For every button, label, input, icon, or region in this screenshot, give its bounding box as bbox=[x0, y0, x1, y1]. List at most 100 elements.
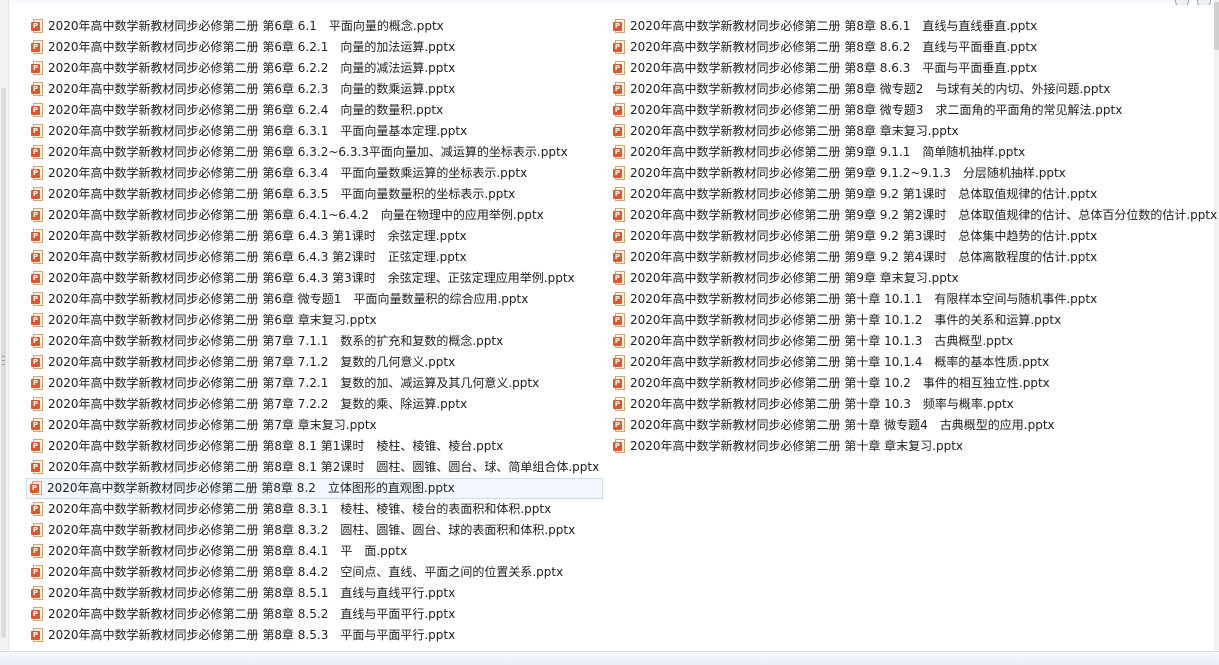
file-item[interactable]: P 2020年高中数学新教材同步必修第二册 第7章 7.2.1 复数的加、减运算及… bbox=[27, 373, 603, 394]
pptx-file-icon: P bbox=[31, 208, 44, 222]
pptx-file-icon: P bbox=[31, 565, 44, 579]
file-item[interactable]: P 2020年高中数学新教材同步必修第二册 第8章 8.4.2 空间点、直线、平面… bbox=[27, 562, 603, 583]
pptx-file-icon: P bbox=[31, 397, 44, 411]
file-name: 2020年高中数学新教材同步必修第二册 第8章 8.3.1 棱柱、棱锥、棱台的表… bbox=[48, 502, 552, 516]
file-item[interactable]: P 2020年高中数学新教材同步必修第二册 第6章 6.1 平面向量的概念.ppt… bbox=[27, 16, 603, 37]
file-item[interactable]: P 2020年高中数学新教材同步必修第二册 第9章 9.1.2~9.1.3 分层随… bbox=[609, 163, 1219, 184]
file-item[interactable]: P 2020年高中数学新教材同步必修第二册 第6章 6.3.1 平面向量基本定理.… bbox=[27, 121, 603, 142]
top-edge bbox=[0, 0, 1219, 6]
file-name: 2020年高中数学新教材同步必修第二册 第8章 8.1 第2课时 圆柱、圆锥、圆… bbox=[48, 460, 600, 474]
file-item[interactable]: P 2020年高中数学新教材同步必修第二册 第6章 6.3.2~6.3.3平面向量… bbox=[27, 142, 603, 163]
file-item[interactable]: P 2020年高中数学新教材同步必修第二册 第9章 9.2 第2课时 总体取值规律… bbox=[609, 205, 1219, 226]
file-item[interactable]: P 2020年高中数学新教材同步必修第二册 第十章 10.1.2 事件的关系和运算… bbox=[609, 310, 1219, 331]
pptx-file-icon: P bbox=[31, 586, 44, 600]
file-name: 2020年高中数学新教材同步必修第二册 第8章 微专题3 求二面角的平面角的常见… bbox=[630, 103, 1123, 117]
pptx-file-icon: P bbox=[613, 166, 626, 180]
file-name: 2020年高中数学新教材同步必修第二册 第8章 8.1 第1课时 棱柱、棱锥、棱… bbox=[48, 439, 504, 453]
file-item[interactable]: P 2020年高中数学新教材同步必修第二册 第9章 9.1.1 简单随机抽样.pp… bbox=[609, 142, 1219, 163]
file-item[interactable]: P 2020年高中数学新教材同步必修第二册 第8章 8.3.1 棱柱、棱锥、棱台的… bbox=[27, 499, 603, 520]
file-item[interactable]: P 2020年高中数学新教材同步必修第二册 第十章 10.1.1 有限样本空间与随… bbox=[609, 289, 1219, 310]
file-name: 2020年高中数学新教材同步必修第二册 第8章 微专题2 与球有关的内切、外接问… bbox=[630, 82, 1111, 96]
file-item[interactable]: P 2020年高中数学新教材同步必修第二册 第7章 7.2.2 复数的乘、除运算.… bbox=[27, 394, 603, 415]
file-item[interactable]: P 2020年高中数学新教材同步必修第二册 第8章 微专题2 与球有关的内切、外接… bbox=[609, 79, 1219, 100]
file-name: 2020年高中数学新教材同步必修第二册 第6章 6.3.4 平面向量数乘运算的坐… bbox=[48, 166, 528, 180]
file-item[interactable]: P 2020年高中数学新教材同步必修第二册 第9章 9.2 第1课时 总体取值规律… bbox=[609, 184, 1219, 205]
file-name: 2020年高中数学新教材同步必修第二册 第十章 10.1.4 概率的基本性质.p… bbox=[630, 355, 1050, 369]
file-item[interactable]: P 2020年高中数学新教材同步必修第二册 第9章 9.2 第4课时 总体离散程度… bbox=[609, 247, 1219, 268]
file-name: 2020年高中数学新教材同步必修第二册 第8章 8.4.1 平 面.pptx bbox=[48, 544, 408, 558]
file-item[interactable]: P 2020年高中数学新教材同步必修第二册 第6章 6.2.2 向量的减法运算.p… bbox=[27, 58, 603, 79]
file-item[interactable]: P 2020年高中数学新教材同步必修第二册 第6章 微专题1 平面向量数量积的综合… bbox=[27, 289, 603, 310]
file-item[interactable]: P 2020年高中数学新教材同步必修第二册 第十章 10.1.3 古典概型.ppt… bbox=[609, 331, 1219, 352]
pptx-file-icon: P bbox=[613, 250, 626, 264]
file-name: 2020年高中数学新教材同步必修第二册 第8章 8.6.1 直线与直线垂直.pp… bbox=[630, 19, 1038, 33]
file-item[interactable]: P 2020年高中数学新教材同步必修第二册 第6章 6.4.1~6.4.2 向量在… bbox=[27, 205, 603, 226]
pptx-file-icon: P bbox=[613, 145, 626, 159]
file-item[interactable]: P 2020年高中数学新教材同步必修第二册 第8章 8.1 第1课时 棱柱、棱锥、… bbox=[27, 436, 603, 457]
pptx-file-icon: P bbox=[31, 166, 44, 180]
pptx-file-icon: P bbox=[31, 502, 44, 516]
file-name: 2020年高中数学新教材同步必修第二册 第6章 章末复习.pptx bbox=[48, 313, 377, 327]
file-item[interactable]: P 2020年高中数学新教材同步必修第二册 第6章 6.2.1 向量的加法运算.p… bbox=[27, 37, 603, 58]
file-item[interactable]: P 2020年高中数学新教材同步必修第二册 第6章 6.4.3 第3课时 余弦定理… bbox=[27, 268, 603, 289]
resize-grip-icon[interactable] bbox=[2, 356, 5, 368]
file-item[interactable]: P 2020年高中数学新教材同步必修第二册 第8章 8.6.3 平面与平面垂直.p… bbox=[609, 58, 1219, 79]
navigation-pane-edge[interactable] bbox=[0, 0, 9, 650]
file-item[interactable]: P 2020年高中数学新教材同步必修第二册 第8章 8.5.1 直线与直线平行.p… bbox=[27, 583, 603, 604]
file-item[interactable]: P 2020年高中数学新教材同步必修第二册 第6章 6.2.4 向量的数量积.pp… bbox=[27, 100, 603, 121]
window-control-icon[interactable] bbox=[1175, 0, 1189, 5]
pptx-file-icon: P bbox=[30, 481, 43, 495]
file-item[interactable]: P 2020年高中数学新教材同步必修第二册 第7章 7.1.1 数系的扩充和复数的… bbox=[27, 331, 603, 352]
window-control-icon[interactable] bbox=[1197, 0, 1211, 5]
pptx-file-icon: P bbox=[613, 418, 626, 432]
file-item[interactable]: P 2020年高中数学新教材同步必修第二册 第7章 7.1.2 复数的几何意义.p… bbox=[27, 352, 603, 373]
pptx-file-icon: P bbox=[31, 628, 44, 642]
file-name: 2020年高中数学新教材同步必修第二册 第8章 8.6.2 直线与平面垂直.pp… bbox=[630, 40, 1038, 54]
pptx-file-icon: P bbox=[613, 61, 626, 75]
file-item[interactable]: P 2020年高中数学新教材同步必修第二册 第6章 6.4.3 第2课时 正弦定理… bbox=[27, 247, 603, 268]
file-item[interactable]: P 2020年高中数学新教材同步必修第二册 第十章 10.1.4 概率的基本性质.… bbox=[609, 352, 1219, 373]
file-name: 2020年高中数学新教材同步必修第二册 第8章 8.3.2 圆柱、圆锥、圆台、球… bbox=[48, 523, 576, 537]
file-item[interactable]: P 2020年高中数学新教材同步必修第二册 第6章 6.3.5 平面向量数量积的坐… bbox=[27, 184, 603, 205]
file-item[interactable]: P 2020年高中数学新教材同步必修第二册 第8章 8.5.2 直线与平面平行.p… bbox=[27, 604, 603, 625]
file-item[interactable]: P 2020年高中数学新教材同步必修第二册 第8章 8.3.2 圆柱、圆锥、圆台、… bbox=[27, 520, 603, 541]
file-item[interactable]: P 2020年高中数学新教材同步必修第二册 第6章 6.2.3 向量的数乘运算.p… bbox=[27, 79, 603, 100]
file-item[interactable]: P 2020年高中数学新教材同步必修第二册 第十章 微专题4 古典概型的应用.pp… bbox=[609, 415, 1219, 436]
pptx-file-icon: P bbox=[613, 355, 626, 369]
pptx-file-icon: P bbox=[31, 313, 44, 327]
file-item[interactable]: P 2020年高中数学新教材同步必修第二册 第十章 10.3 频率与概率.pptx bbox=[609, 394, 1219, 415]
pptx-file-icon: P bbox=[31, 229, 44, 243]
file-item[interactable]: P 2020年高中数学新教材同步必修第二册 第8章 微专题3 求二面角的平面角的常… bbox=[609, 100, 1219, 121]
file-name: 2020年高中数学新教材同步必修第二册 第6章 6.2.3 向量的数乘运算.pp… bbox=[48, 82, 456, 96]
file-item[interactable]: P 2020年高中数学新教材同步必修第二册 第9章 9.2 第3课时 总体集中趋势… bbox=[609, 226, 1219, 247]
file-item[interactable]: P 2020年高中数学新教材同步必修第二册 第7章 章末复习.pptx bbox=[27, 415, 603, 436]
pptx-file-icon: P bbox=[613, 208, 626, 222]
pptx-file-icon: P bbox=[613, 271, 626, 285]
file-name: 2020年高中数学新教材同步必修第二册 第7章 章末复习.pptx bbox=[48, 418, 377, 432]
file-name: 2020年高中数学新教材同步必修第二册 第6章 6.1 平面向量的概念.pptx bbox=[48, 19, 444, 33]
file-name: 2020年高中数学新教材同步必修第二册 第6章 6.4.3 第3课时 余弦定理、… bbox=[48, 271, 575, 285]
pptx-file-icon: P bbox=[31, 418, 44, 432]
file-item[interactable]: P 2020年高中数学新教材同步必修第二册 第8章 8.6.1 直线与直线垂直.p… bbox=[609, 16, 1219, 37]
pptx-file-icon: P bbox=[31, 271, 44, 285]
file-item[interactable]: P 2020年高中数学新教材同步必修第二册 第6章 6.3.4 平面向量数乘运算的… bbox=[27, 163, 603, 184]
file-name: 2020年高中数学新教材同步必修第二册 第9章 9.2 第2课时 总体取值规律的… bbox=[630, 208, 1218, 222]
file-item[interactable]: P 2020年高中数学新教材同步必修第二册 第8章 8.6.2 直线与平面垂直.p… bbox=[609, 37, 1219, 58]
file-item[interactable]: P 2020年高中数学新教材同步必修第二册 第8章 8.5.3 平面与平面平行.p… bbox=[27, 625, 603, 646]
pptx-file-icon: P bbox=[31, 145, 44, 159]
pptx-file-icon: P bbox=[31, 187, 44, 201]
file-item[interactable]: P 2020年高中数学新教材同步必修第二册 第十章 10.2 事件的相互独立性.p… bbox=[609, 373, 1219, 394]
file-item[interactable]: P 2020年高中数学新教材同步必修第二册 第8章 8.2 立体图形的直观图.pp… bbox=[26, 478, 604, 499]
pptx-file-icon: P bbox=[613, 397, 626, 411]
file-item[interactable]: P 2020年高中数学新教材同步必修第二册 第8章 8.4.1 平 面.pptx bbox=[27, 541, 603, 562]
file-item[interactable]: P 2020年高中数学新教材同步必修第二册 第6章 章末复习.pptx bbox=[27, 310, 603, 331]
pptx-file-icon: P bbox=[613, 103, 626, 117]
file-item[interactable]: P 2020年高中数学新教材同步必修第二册 第十章 章末复习.pptx bbox=[609, 436, 1219, 457]
file-item[interactable]: P 2020年高中数学新教材同步必修第二册 第8章 章末复习.pptx bbox=[609, 121, 1219, 142]
file-item[interactable]: P 2020年高中数学新教材同步必修第二册 第8章 8.1 第2课时 圆柱、圆锥、… bbox=[27, 457, 603, 478]
file-item[interactable]: P 2020年高中数学新教材同步必修第二册 第9章 章末复习.pptx bbox=[609, 268, 1219, 289]
file-name: 2020年高中数学新教材同步必修第二册 第6章 6.2.4 向量的数量积.ppt… bbox=[48, 103, 444, 117]
file-name: 2020年高中数学新教材同步必修第二册 第9章 章末复习.pptx bbox=[630, 271, 959, 285]
file-name: 2020年高中数学新教材同步必修第二册 第9章 9.1.1 简单随机抽样.ppt… bbox=[630, 145, 1026, 159]
file-item[interactable]: P 2020年高中数学新教材同步必修第二册 第6章 6.4.3 第1课时 余弦定理… bbox=[27, 226, 603, 247]
